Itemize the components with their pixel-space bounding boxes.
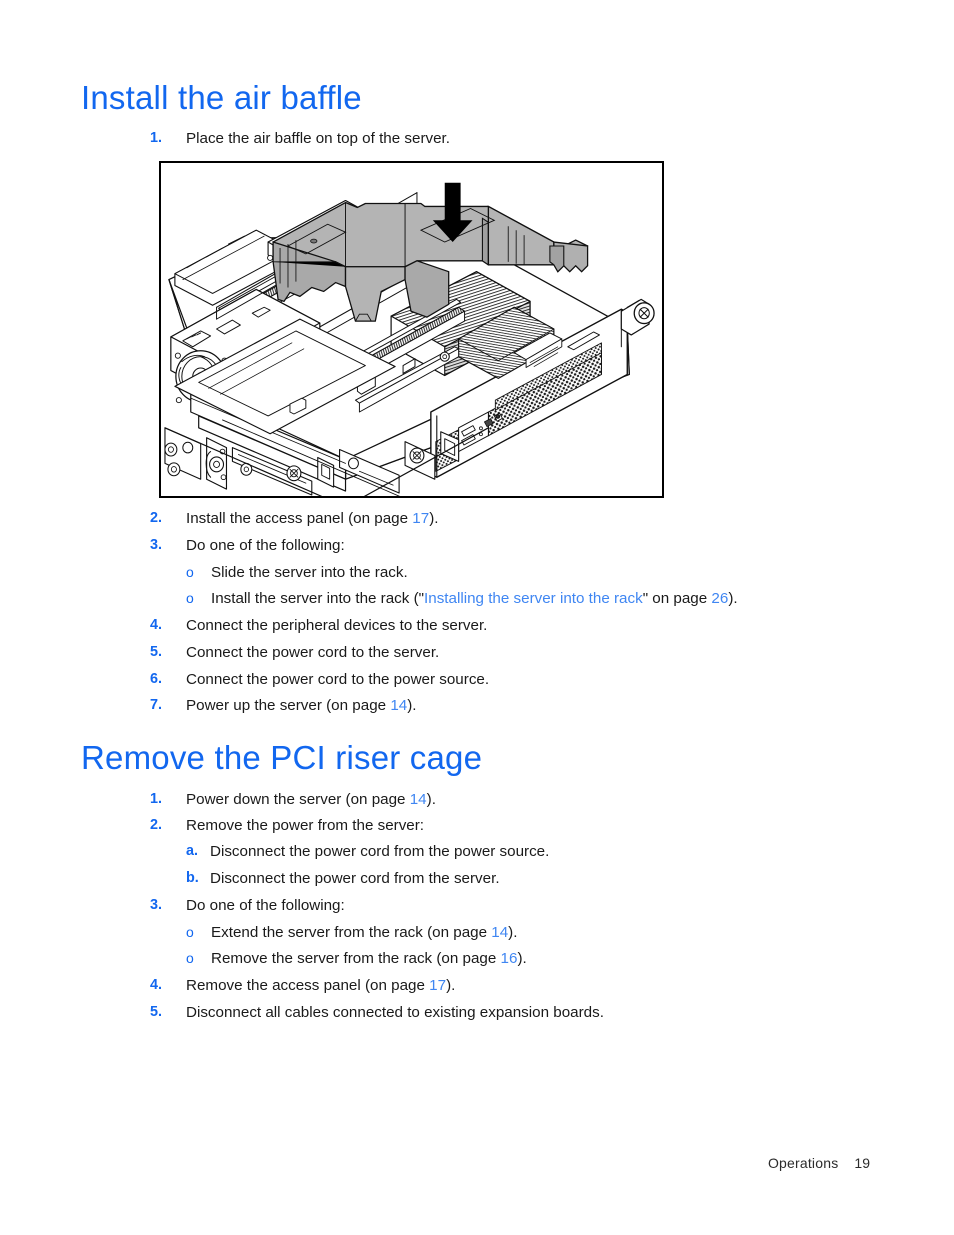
page-reference-link[interactable]: 26 <box>711 590 728 607</box>
page-reference-link[interactable]: 14 <box>491 924 508 941</box>
list-item-text: Slide the server into the rack. <box>211 564 408 581</box>
document-page: Install the air baffle 1. Place the air … <box>0 0 954 1235</box>
bullet-marker: o <box>186 924 194 940</box>
page-reference-link[interactable]: 14 <box>410 791 427 808</box>
list-marker: 5. <box>150 1004 163 1020</box>
list-item-text: Connect the power cord to the power sour… <box>186 671 490 688</box>
list-marker: 3. <box>150 897 163 913</box>
text-fragment: ). <box>407 697 417 714</box>
list-item-text: Disconnect all cables connected to exist… <box>186 1004 604 1021</box>
page-reference-link[interactable]: 16 <box>501 950 518 967</box>
list-item-text: Remove the server from the rack (on page… <box>211 949 527 968</box>
text-fragment: ). <box>728 590 738 607</box>
text-fragment: Remove the access panel (on page <box>186 977 430 994</box>
bullet-marker: o <box>186 590 194 606</box>
list-item-text: Remove the access panel (on page 17). <box>186 976 455 995</box>
list-item-text: Connect the power cord to the server. <box>186 644 440 661</box>
list-marker: a. <box>186 843 199 859</box>
list-item-text: Remove the power from the server: <box>186 817 425 834</box>
list-item-text: Place the air baffle on top of the serve… <box>186 130 450 147</box>
list-item-text: Do one of the following: <box>186 897 345 914</box>
page-reference-link[interactable]: 17 <box>412 510 429 527</box>
text-fragment: " on page <box>642 590 712 607</box>
text-fragment: ). <box>426 791 436 808</box>
cross-reference-link[interactable]: Installing the server into the rack <box>424 590 643 607</box>
list-marker: 1. <box>150 130 163 146</box>
bullet-marker: o <box>186 950 194 966</box>
text-fragment: Install the server into the rack (" <box>211 590 425 607</box>
text-fragment: Power down the server (on page <box>186 791 410 808</box>
text-fragment: Power up the server (on page <box>186 697 391 714</box>
footer-section-label: Operations <box>767 1155 839 1171</box>
list-item-text: Connect the peripheral devices to the se… <box>186 617 488 634</box>
page-title-remove-the-pci-riser-cage: Remove the PCI riser cage <box>81 739 483 776</box>
page-footer: Operations 19 <box>0 1155 954 1171</box>
server-line-drawing <box>164 182 655 496</box>
list-item-text: Disconnect the power cord from the serve… <box>210 870 500 887</box>
list-marker: 2. <box>150 817 163 833</box>
list-marker: 6. <box>150 671 163 687</box>
list-marker: 3. <box>150 537 163 553</box>
page-title-install-the-air-baffle: Install the air baffle <box>81 79 362 116</box>
list-marker: 4. <box>150 617 163 633</box>
list-marker: 5. <box>150 644 163 660</box>
list-marker: b. <box>186 870 199 886</box>
list-item-text: Extend the server from the rack (on page… <box>211 923 517 942</box>
text-fragment: Remove the server from the rack (on page <box>211 950 501 967</box>
list-marker: 1. <box>150 791 163 807</box>
page-reference-link[interactable]: 14 <box>390 697 407 714</box>
list-marker: 4. <box>150 977 163 993</box>
text-fragment: ). <box>517 950 527 967</box>
list-item-text: Disconnect the power cord from the power… <box>210 843 550 860</box>
list-item-text: Install the access panel (on page 17). <box>186 509 438 528</box>
page-reference-link[interactable]: 17 <box>429 977 446 994</box>
list-item-text: Do one of the following: <box>186 537 345 554</box>
text-fragment: ). <box>429 510 439 527</box>
footer-page-number: 19 <box>854 1155 870 1171</box>
list-marker: 2. <box>150 510 163 526</box>
list-item-text: Install the server into the rack ("Insta… <box>211 589 738 608</box>
text-fragment: Extend the server from the rack (on page <box>211 924 492 941</box>
text-fragment: ). <box>446 977 456 994</box>
text-fragment: Install the access panel (on page <box>186 510 413 527</box>
bullet-marker: o <box>186 564 194 580</box>
list-item-text: Power down the server (on page 14). <box>186 790 436 809</box>
list-item-text: Power up the server (on page 14). <box>186 696 417 715</box>
list-marker: 7. <box>150 697 163 713</box>
figure-air-baffle-installation <box>159 161 664 498</box>
text-fragment: ). <box>508 924 518 941</box>
